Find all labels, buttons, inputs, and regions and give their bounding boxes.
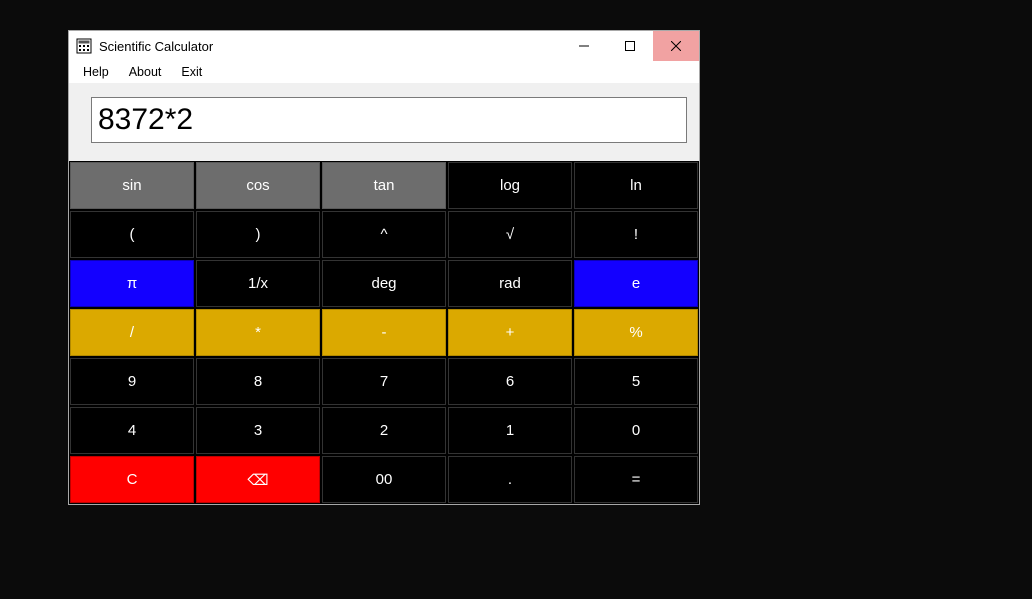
- key-cos[interactable]: cos: [196, 162, 320, 209]
- key-8[interactable]: 8: [196, 358, 320, 405]
- menu-help[interactable]: Help: [73, 63, 119, 81]
- titlebar: Scientific Calculator: [69, 31, 699, 61]
- key-clear[interactable]: C: [70, 456, 194, 503]
- key-plus[interactable]: +: [448, 309, 572, 356]
- close-button[interactable]: [653, 31, 699, 61]
- key-log[interactable]: log: [448, 162, 572, 209]
- key-9[interactable]: 9: [70, 358, 194, 405]
- key-rad[interactable]: rad: [448, 260, 572, 307]
- key-deg[interactable]: deg: [322, 260, 446, 307]
- app-icon: [75, 37, 93, 55]
- key-equals[interactable]: =: [574, 456, 698, 503]
- calculator-window: Scientific Calculator Help About Exit si…: [68, 30, 700, 505]
- keypad: sin cos tan log ln ( ) ^ √ ! π 1/x deg r…: [69, 161, 699, 504]
- key-pi[interactable]: π: [70, 260, 194, 307]
- key-7[interactable]: 7: [322, 358, 446, 405]
- key-recip[interactable]: 1/x: [196, 260, 320, 307]
- key-3[interactable]: 3: [196, 407, 320, 454]
- menu-about[interactable]: About: [119, 63, 172, 81]
- key-2[interactable]: 2: [322, 407, 446, 454]
- key-minus[interactable]: -: [322, 309, 446, 356]
- menu-exit[interactable]: Exit: [171, 63, 212, 81]
- key-divide[interactable]: /: [70, 309, 194, 356]
- key-lparen[interactable]: (: [70, 211, 194, 258]
- menubar: Help About Exit: [69, 61, 699, 83]
- key-4[interactable]: 4: [70, 407, 194, 454]
- key-tan[interactable]: tan: [322, 162, 446, 209]
- key-multiply[interactable]: *: [196, 309, 320, 356]
- key-e[interactable]: e: [574, 260, 698, 307]
- key-ln[interactable]: ln: [574, 162, 698, 209]
- key-0[interactable]: 0: [574, 407, 698, 454]
- minimize-button[interactable]: [561, 31, 607, 61]
- key-sqrt[interactable]: √: [448, 211, 572, 258]
- key-00[interactable]: 00: [322, 456, 446, 503]
- maximize-button[interactable]: [607, 31, 653, 61]
- key-dot[interactable]: .: [448, 456, 572, 503]
- key-backspace[interactable]: ⌫: [196, 456, 320, 503]
- key-power[interactable]: ^: [322, 211, 446, 258]
- key-5[interactable]: 5: [574, 358, 698, 405]
- display-input[interactable]: [91, 97, 687, 143]
- key-percent[interactable]: %: [574, 309, 698, 356]
- key-6[interactable]: 6: [448, 358, 572, 405]
- key-1[interactable]: 1: [448, 407, 572, 454]
- display-area: [69, 83, 699, 161]
- key-sin[interactable]: sin: [70, 162, 194, 209]
- key-rparen[interactable]: ): [196, 211, 320, 258]
- key-factorial[interactable]: !: [574, 211, 698, 258]
- window-title: Scientific Calculator: [99, 39, 213, 54]
